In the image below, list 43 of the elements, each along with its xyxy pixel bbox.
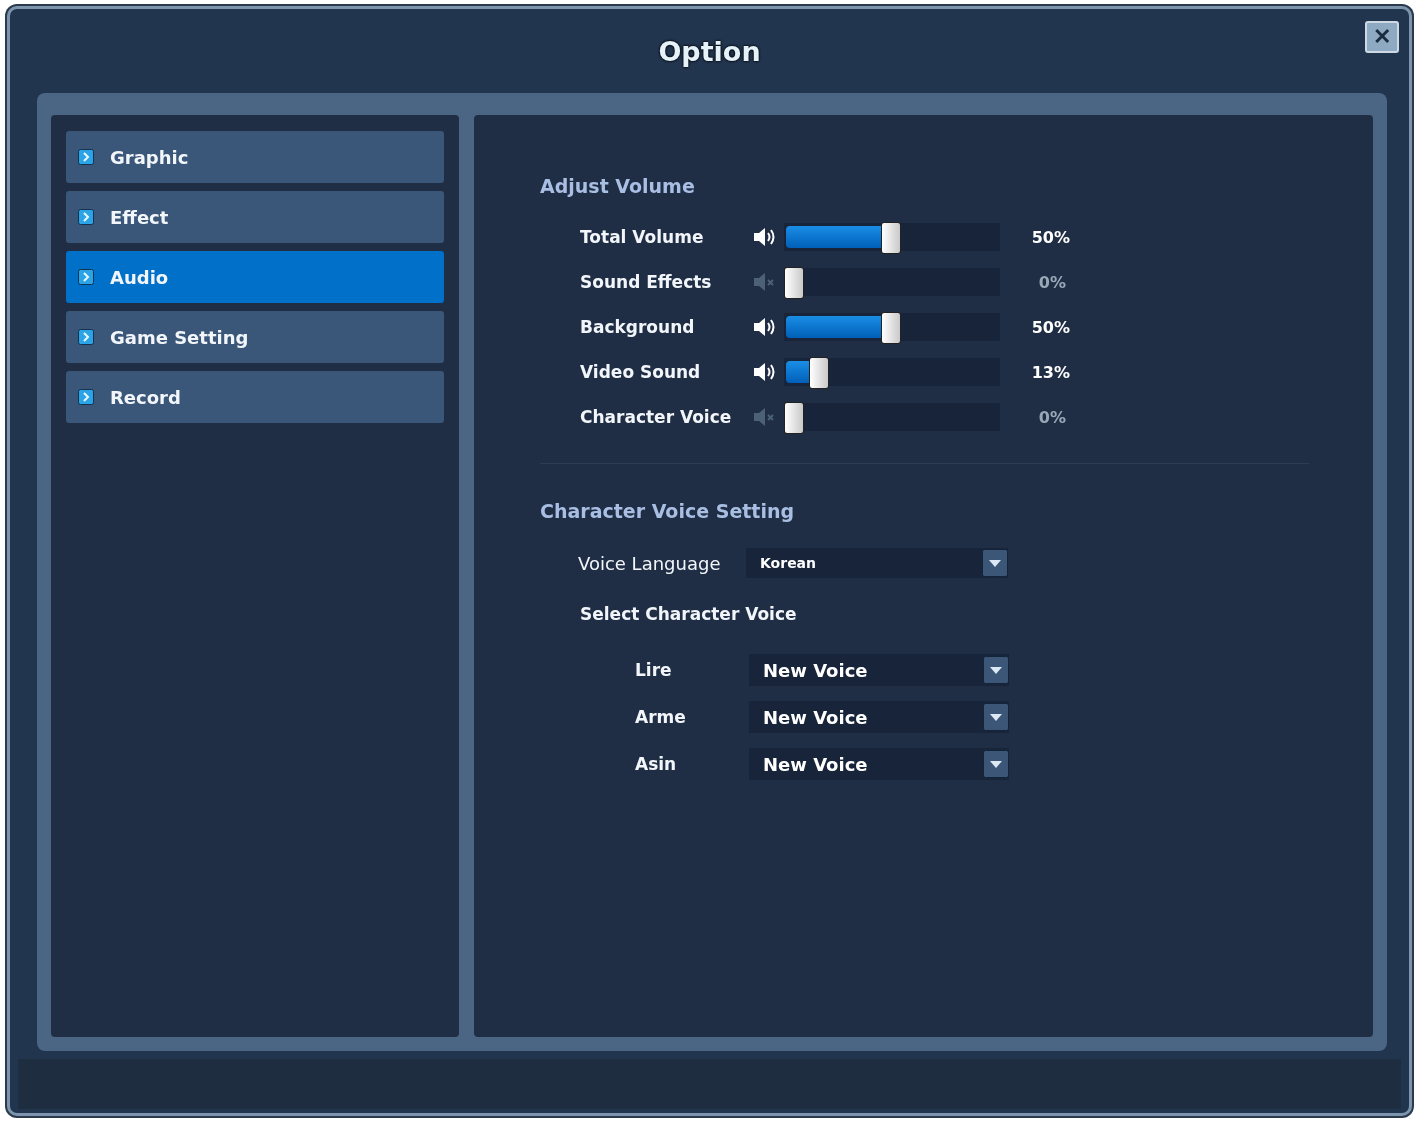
section-heading: Character Voice Setting <box>540 500 796 522</box>
chevron-icon <box>78 389 94 405</box>
slider-thumb[interactable] <box>809 357 830 389</box>
dropdown[interactable]: Korean <box>746 548 1008 578</box>
slider-track[interactable] <box>784 403 1000 431</box>
dropdown[interactable]: New Voice <box>749 748 1009 780</box>
volume-reading: 13% <box>1030 362 1070 382</box>
channel-label: Video Sound <box>580 362 702 382</box>
slider-thumb[interactable] <box>784 267 804 299</box>
chevron-icon <box>78 329 94 345</box>
dropdown[interactable]: New Voice <box>749 701 1009 733</box>
volume-reading: 50% <box>1030 227 1070 247</box>
slider-track[interactable] <box>784 313 1000 341</box>
character-label: Asin <box>635 754 678 774</box>
sidebar-item[interactable]: Graphic <box>66 131 444 183</box>
volume-reading: 0% <box>1037 407 1066 427</box>
section-heading: Adjust Volume <box>540 175 696 197</box>
close-button[interactable]: ✕ <box>1365 21 1399 53</box>
chevron-icon <box>78 209 94 225</box>
volume-reading: 0% <box>1037 272 1066 292</box>
window-title: Option <box>658 35 761 67</box>
chevron-icon <box>78 149 94 165</box>
volume-reading: 50% <box>1030 317 1070 337</box>
character-label: Arme <box>635 707 687 727</box>
slider-track[interactable] <box>784 358 1000 386</box>
dropdown[interactable]: New Voice <box>749 654 1009 686</box>
sidebar-item[interactable]: Record <box>66 371 444 423</box>
chevron-icon <box>78 269 94 285</box>
sidebar-item[interactable]: Game Setting <box>66 311 444 363</box>
sidebar-item[interactable]: Effect <box>66 191 444 243</box>
slider-thumb[interactable] <box>881 222 901 254</box>
sidebar-item[interactable]: Audio <box>66 251 444 303</box>
slider-thumb[interactable] <box>881 312 901 344</box>
channel-label: Background <box>580 317 696 337</box>
channel-label: Sound Effects <box>580 272 713 292</box>
channel-label: Total Volume <box>580 227 705 247</box>
channel-label: Character Voice <box>580 407 733 427</box>
subsection-heading: Select Character Voice <box>580 604 798 624</box>
character-label: Lire <box>635 660 673 680</box>
slider-thumb[interactable] <box>784 402 804 434</box>
slider-track[interactable] <box>784 223 1000 251</box>
slider-track[interactable] <box>784 268 1000 296</box>
field-label: Voice Language <box>578 552 722 574</box>
